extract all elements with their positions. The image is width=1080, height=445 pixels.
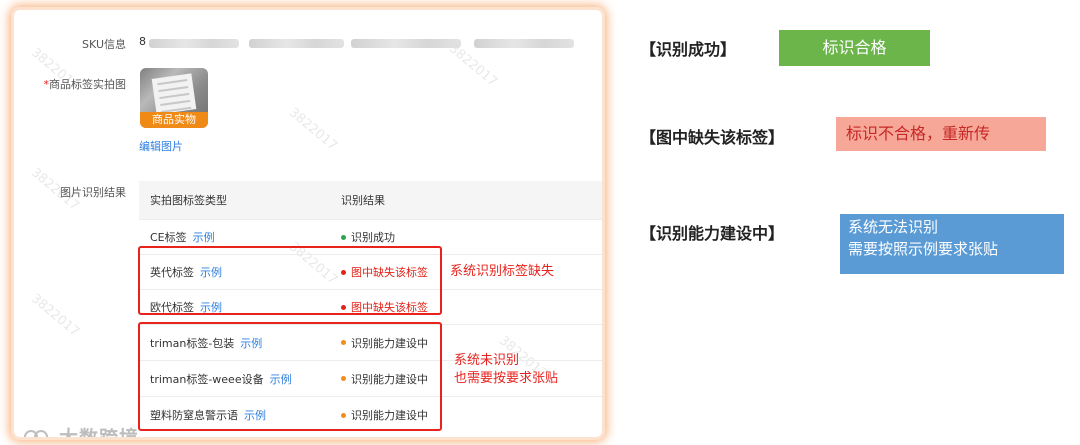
- legend-success-label: 【识别成功】: [640, 40, 737, 59]
- watermark: 3822017: [285, 105, 340, 154]
- label-photo-thumbnail[interactable]: 商品实物: [140, 68, 208, 128]
- brand-name: 大数跨境: [59, 423, 139, 437]
- header-result: 识别结果: [341, 194, 385, 207]
- legend-building-label: 【识别能力建设中】: [640, 224, 785, 243]
- missing-labels-annotation: 系统识别标签缺失: [450, 264, 555, 279]
- sku-label: SKU信息: [82, 38, 126, 51]
- example-link[interactable]: 示例: [193, 231, 215, 244]
- header-label-type: 实拍图标签类型: [150, 194, 227, 207]
- missing-labels-highlight: [138, 246, 442, 315]
- photo-label-text: 商品标签实拍图: [49, 78, 126, 91]
- legend-building-chip: 系统无法识别 需要按照示例要求张贴: [840, 214, 1064, 274]
- status-dot-success: [341, 234, 346, 240]
- result-text: 识别成功: [351, 231, 395, 244]
- legend-missing-label: 【图中缺失该标签】: [640, 128, 785, 147]
- legend-missing-chip: 标识不合格，重新传: [836, 117, 1046, 151]
- recognition-result-label: 图片识别结果: [60, 186, 126, 199]
- label-paper-image: [151, 73, 197, 115]
- table-header: 实拍图标签类型 识别结果: [139, 181, 602, 220]
- unrecognized-labels-highlight: [138, 322, 442, 431]
- watermark: 3822017: [27, 291, 82, 340]
- redacted-text: [351, 39, 461, 48]
- legend-success-chip: 标识合格: [779, 30, 930, 66]
- legend-building-chip-line2: 需要按照示例要求张贴: [848, 240, 999, 258]
- unrecognized-annotation-line1: 系统未识别: [454, 353, 520, 368]
- photo-label: *商品标签实拍图: [14, 76, 127, 92]
- unrecognized-annotation-line2: 也需要按要求张贴: [454, 371, 559, 386]
- redacted-text: [249, 39, 344, 48]
- brand-logo: 大数跨境: [24, 423, 139, 437]
- label-recognition-panel: 3822017 3822017 3822017 3822017 3822017 …: [14, 10, 602, 437]
- label-type: CE标签: [150, 231, 187, 244]
- result-cell: 识别成功: [341, 229, 395, 245]
- brand-logo-icon: [24, 428, 56, 437]
- redacted-text: [149, 39, 239, 48]
- sku-value: 8: [139, 35, 599, 51]
- edit-image-link[interactable]: 编辑图片: [139, 138, 183, 154]
- legend-building-chip-line1: 系统无法识别: [848, 218, 939, 236]
- sku-value-lead: 8: [139, 35, 146, 48]
- label-type-cell: CE标签 示例: [150, 229, 215, 245]
- redacted-text: [474, 39, 574, 48]
- unrecognized-annotation: 系统未识别 也需要按要求张贴: [454, 352, 558, 388]
- product-photo-tag: 商品实物: [140, 112, 208, 128]
